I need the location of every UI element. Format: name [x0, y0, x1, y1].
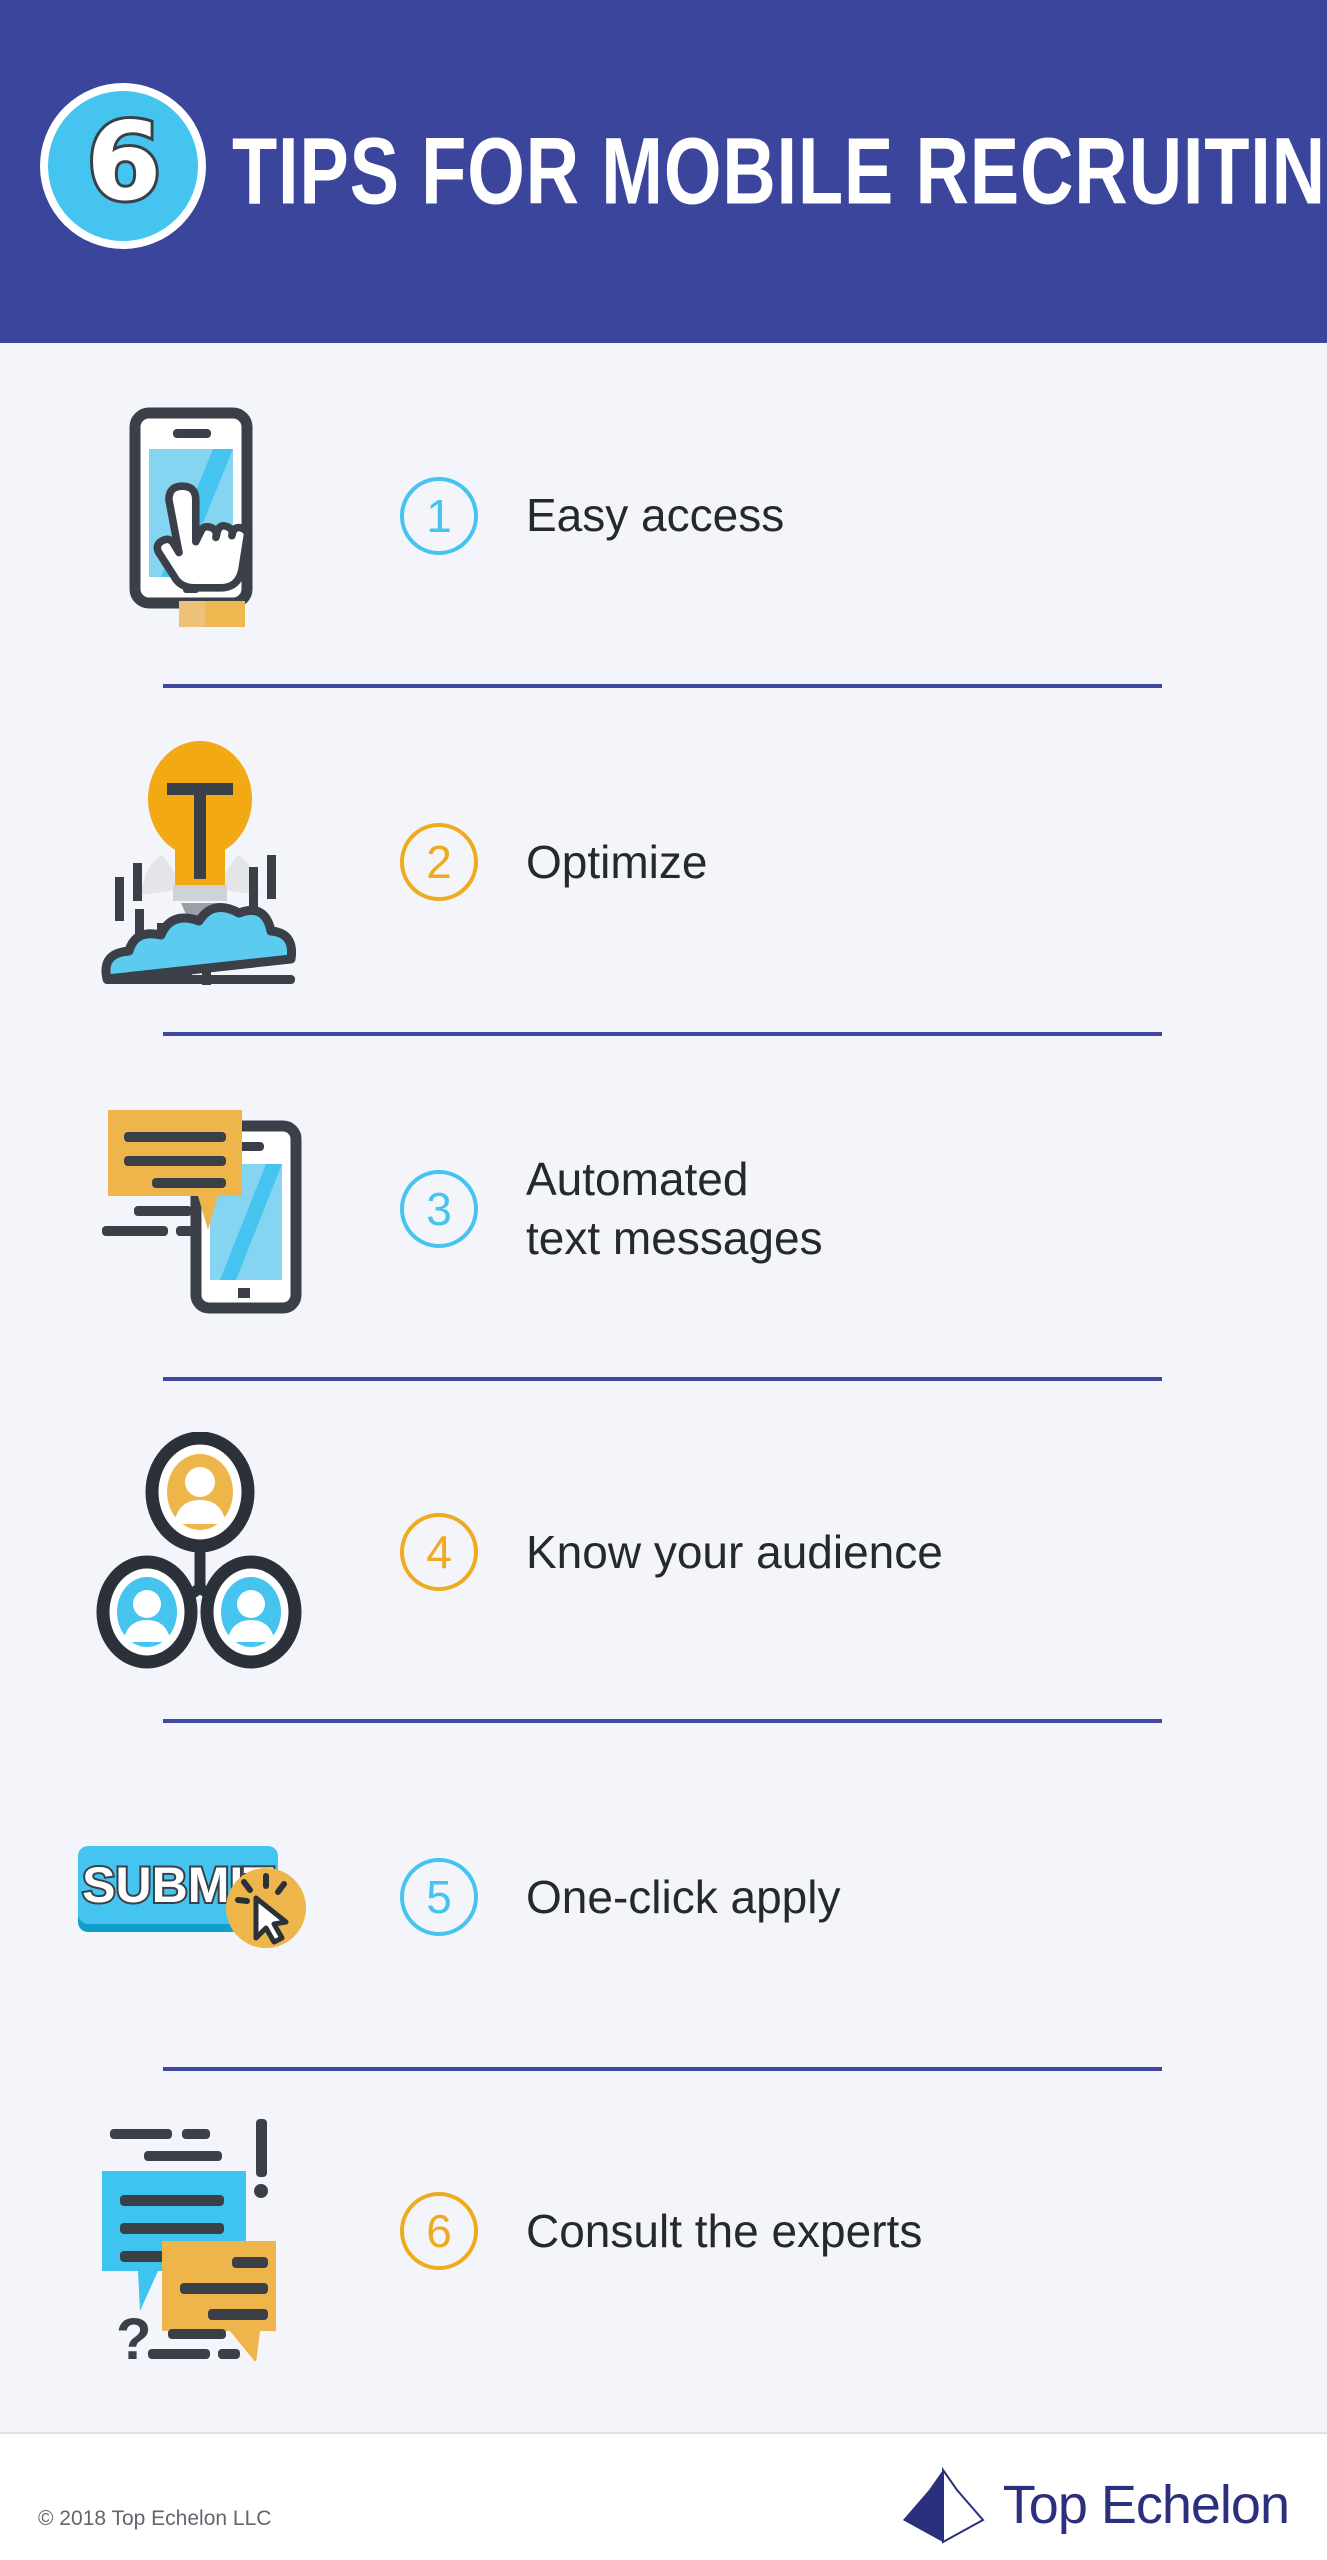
tip-number-5: 5	[426, 1871, 452, 1923]
tip-number-4: 4	[426, 1526, 452, 1578]
tip-row-5: SUBMIT 5 One-click apply	[0, 1723, 1327, 2071]
tip-number-1: 1	[426, 489, 452, 542]
header-banner: 6 TIPS FOR MOBILE RECRUITING	[0, 0, 1327, 343]
tip-number-6: 6	[426, 2205, 452, 2257]
submit-button-click-icon: SUBMIT	[0, 1822, 400, 1972]
tip-label-4: Know your audience	[526, 1525, 943, 1578]
tip-number-badge-4: 4	[400, 1513, 478, 1591]
chat-bubbles-icon: ?	[0, 2101, 400, 2361]
brand-logo-text: Top Echelon	[1002, 2475, 1290, 2535]
tip-number-2: 2	[426, 836, 452, 888]
question-mark-glyph: ?	[116, 2307, 151, 2361]
tip-label-2: Optimize	[526, 835, 708, 888]
header-number-badge: 6	[40, 83, 206, 249]
tip-label-6: Consult the experts	[526, 2204, 923, 2257]
header-badge-number: 6	[83, 100, 164, 225]
pyramid-logo-icon	[902, 2466, 985, 2544]
tip-number-badge-1: 1	[400, 476, 478, 555]
phone-message-icon	[0, 1084, 400, 1334]
tip-number-badge-6: 6	[400, 2192, 478, 2270]
tip-row-3: 3 Automated text messages	[0, 1036, 1327, 1381]
tip-row-2: 2 Optimize	[0, 688, 1327, 1036]
tip-number-3: 3	[426, 1182, 452, 1235]
footer-legal-text: © 2018 Top Echelon LLC This is not inten…	[38, 2470, 371, 2560]
tip-number-badge-5: 5	[400, 1858, 478, 1936]
phone-tap-icon	[0, 401, 400, 631]
tip-number-badge-2: 2	[400, 823, 478, 901]
tips-list: 1 Easy access 2 Optimize 3 Automated tex…	[0, 343, 1327, 2391]
audience-network-icon	[0, 1432, 400, 1672]
tip-label-3: Automated text messages	[526, 1152, 823, 1264]
tip-row-1: 1 Easy access	[0, 343, 1327, 688]
tip-row-6: ? 6 Consult the experts	[0, 2071, 1327, 2391]
page-title: TIPS FOR MOBILE RECRUITING	[232, 118, 1327, 224]
tip-label-5: One-click apply	[526, 1870, 841, 1923]
footer-copyright: © 2018 Top Echelon LLC	[38, 2506, 272, 2530]
tip-number-badge-3: 3	[400, 1169, 478, 1248]
tip-label-1: Easy access	[526, 489, 785, 542]
brand-logo[interactable]: Top Echelon	[899, 2462, 1290, 2548]
infographic-page: 6 TIPS FOR MOBILE RECRUITING 1 Easy acce…	[0, 0, 1327, 2560]
tip-row-4: 4 Know your audience	[0, 1381, 1327, 1723]
lightbulb-rocket-icon	[0, 737, 400, 987]
